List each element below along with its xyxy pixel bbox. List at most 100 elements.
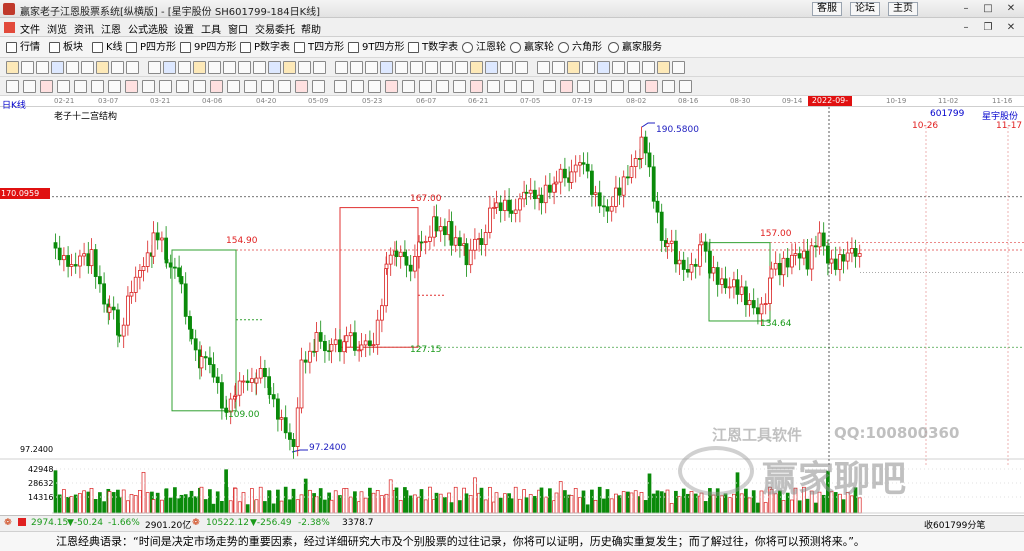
p-number-table-button[interactable]: P数字表 (240, 40, 290, 55)
tool-pen-icon[interactable] (6, 80, 19, 93)
quotes-button[interactable]: 行情 (6, 40, 40, 55)
close-icon[interactable]: ✕ (1001, 2, 1021, 16)
tool-pen-icon[interactable] (210, 80, 223, 93)
menu-file[interactable]: 文件 (20, 21, 40, 36)
menu-gann[interactable]: 江恩 (101, 21, 121, 36)
9t-square-button[interactable]: 9T四方形 (348, 40, 404, 55)
tool-arrow-icon[interactable] (244, 80, 257, 93)
draw-tool-parallel-icon[interactable] (298, 61, 311, 74)
homepage-button[interactable]: 主页 (888, 2, 918, 16)
p-square-button[interactable]: P四方形 (126, 40, 176, 55)
draw-tool-crosshair-icon[interactable] (455, 61, 468, 74)
draw-tool-delete-icon[interactable] (642, 61, 655, 74)
tool-cross-icon[interactable] (487, 80, 500, 93)
t-square-button[interactable]: T四方形 (294, 40, 344, 55)
tool-text-icon[interactable] (504, 80, 517, 93)
tool-grid-icon[interactable] (385, 80, 398, 93)
draw-tool-hand-icon[interactable] (51, 61, 64, 74)
menu-tools[interactable]: 工具 (201, 21, 221, 36)
draw-tool-rect-icon[interactable] (148, 61, 161, 74)
draw-tool-fib-icon[interactable] (111, 61, 124, 74)
tool-angle-icon[interactable] (193, 80, 206, 93)
draw-tool-ray-icon[interactable] (96, 61, 109, 74)
menu-news[interactable]: 资讯 (74, 21, 94, 36)
draw-tool-pointer-icon[interactable] (223, 61, 236, 74)
draw-tool-delete-icon[interactable] (425, 61, 438, 74)
child-close-icon[interactable]: ✕ (1001, 21, 1021, 35)
draw-tool-arrow-icon[interactable] (395, 61, 408, 74)
winner-wheel-button[interactable]: 赢家轮 (510, 40, 554, 55)
draw-tool-circle-icon[interactable] (567, 61, 580, 74)
tool-box-icon[interactable] (57, 80, 70, 93)
9p-square-button[interactable]: 9P四方形 (180, 40, 236, 55)
draw-tool-trend-line-icon[interactable] (500, 61, 513, 74)
draw-tool-zoom-icon[interactable] (36, 61, 49, 74)
tool-cross-icon[interactable] (278, 80, 291, 93)
menu-trade[interactable]: 交易委托 (255, 21, 295, 36)
tool-wave-icon[interactable] (368, 80, 381, 93)
support-button[interactable]: 客服 (812, 2, 842, 16)
draw-tool-circle-icon[interactable] (350, 61, 363, 74)
draw-tool-zoom-icon[interactable] (470, 61, 483, 74)
child-minimize-icon[interactable]: – (956, 21, 976, 35)
draw-tool-trend-line-icon[interactable] (66, 61, 79, 74)
winner-service-button[interactable]: 赢家服务 (608, 40, 662, 55)
draw-tool-circle-icon[interactable] (126, 61, 139, 74)
tool-arrow-icon[interactable] (40, 80, 53, 93)
draw-tool-hand-icon[interactable] (485, 61, 498, 74)
tool-arrow-icon[interactable] (453, 80, 466, 93)
menu-window[interactable]: 窗口 (228, 21, 248, 36)
sector-button[interactable]: 板块 (49, 40, 83, 55)
tool-angle-icon[interactable] (611, 80, 624, 93)
tool-fan-icon[interactable] (521, 80, 534, 93)
tool-gann-box-icon[interactable] (543, 80, 556, 93)
tick-detail[interactable]: 收601799分笔 (924, 518, 985, 531)
hexagon-button[interactable]: 六角形 (558, 40, 602, 55)
draw-tool-zoom-icon[interactable] (253, 61, 266, 74)
tool-text-icon[interactable] (91, 80, 104, 93)
tool-cycle-icon[interactable] (142, 80, 155, 93)
tool-gann-box-icon[interactable] (125, 80, 138, 93)
tool-wave-icon[interactable] (577, 80, 590, 93)
tool-line-icon[interactable] (436, 80, 449, 93)
draw-tool-text-icon[interactable] (597, 61, 610, 74)
draw-tool-measure-icon[interactable] (627, 61, 640, 74)
draw-tool-crosshair-icon[interactable] (21, 61, 34, 74)
tool-box-icon[interactable] (261, 80, 274, 93)
tool-box-icon[interactable] (470, 80, 483, 93)
tool-line-icon[interactable] (23, 80, 36, 93)
menu-browse[interactable]: 浏览 (47, 21, 67, 36)
tool-cycle-icon[interactable] (560, 80, 573, 93)
draw-tool-arrow-icon[interactable] (612, 61, 625, 74)
draw-tool-crosshair-icon[interactable] (672, 61, 685, 74)
tool-pen-icon[interactable] (628, 80, 641, 93)
draw-tool-fib-icon[interactable] (552, 61, 565, 74)
menu-formula-picker[interactable]: 公式选股 (128, 21, 168, 36)
draw-tool-rect-icon[interactable] (582, 61, 595, 74)
draw-tool-ray-icon[interactable] (537, 61, 550, 74)
tool-pen-icon[interactable] (419, 80, 432, 93)
tool-grid-icon[interactable] (176, 80, 189, 93)
forum-button[interactable]: 论坛 (850, 2, 880, 16)
draw-tool-trend-line-icon[interactable] (283, 61, 296, 74)
draw-tool-fib-icon[interactable] (335, 61, 348, 74)
draw-tool-pointer-icon[interactable] (440, 61, 453, 74)
draw-tool-ray-icon[interactable] (313, 61, 326, 74)
draw-tool-crosshair-icon[interactable] (238, 61, 251, 74)
draw-tool-arrow-icon[interactable] (178, 61, 191, 74)
draw-tool-pointer-icon[interactable] (657, 61, 670, 74)
menu-help[interactable]: 帮助 (301, 21, 321, 36)
tool-line-icon[interactable] (227, 80, 240, 93)
draw-tool-measure-icon[interactable] (410, 61, 423, 74)
menu-settings[interactable]: 设置 (174, 21, 194, 36)
draw-tool-parallel-icon[interactable] (81, 61, 94, 74)
tool-box-icon[interactable] (679, 80, 692, 93)
draw-tool-hand-icon[interactable] (268, 61, 281, 74)
draw-tool-measure-icon[interactable] (193, 61, 206, 74)
tool-wave-icon[interactable] (159, 80, 172, 93)
tool-cross-icon[interactable] (74, 80, 87, 93)
draw-tool-pointer-icon[interactable] (6, 61, 19, 74)
t-number-table-button[interactable]: T数字表 (408, 40, 458, 55)
tool-fan-icon[interactable] (108, 80, 121, 93)
kline-button[interactable]: K线 (92, 40, 123, 55)
